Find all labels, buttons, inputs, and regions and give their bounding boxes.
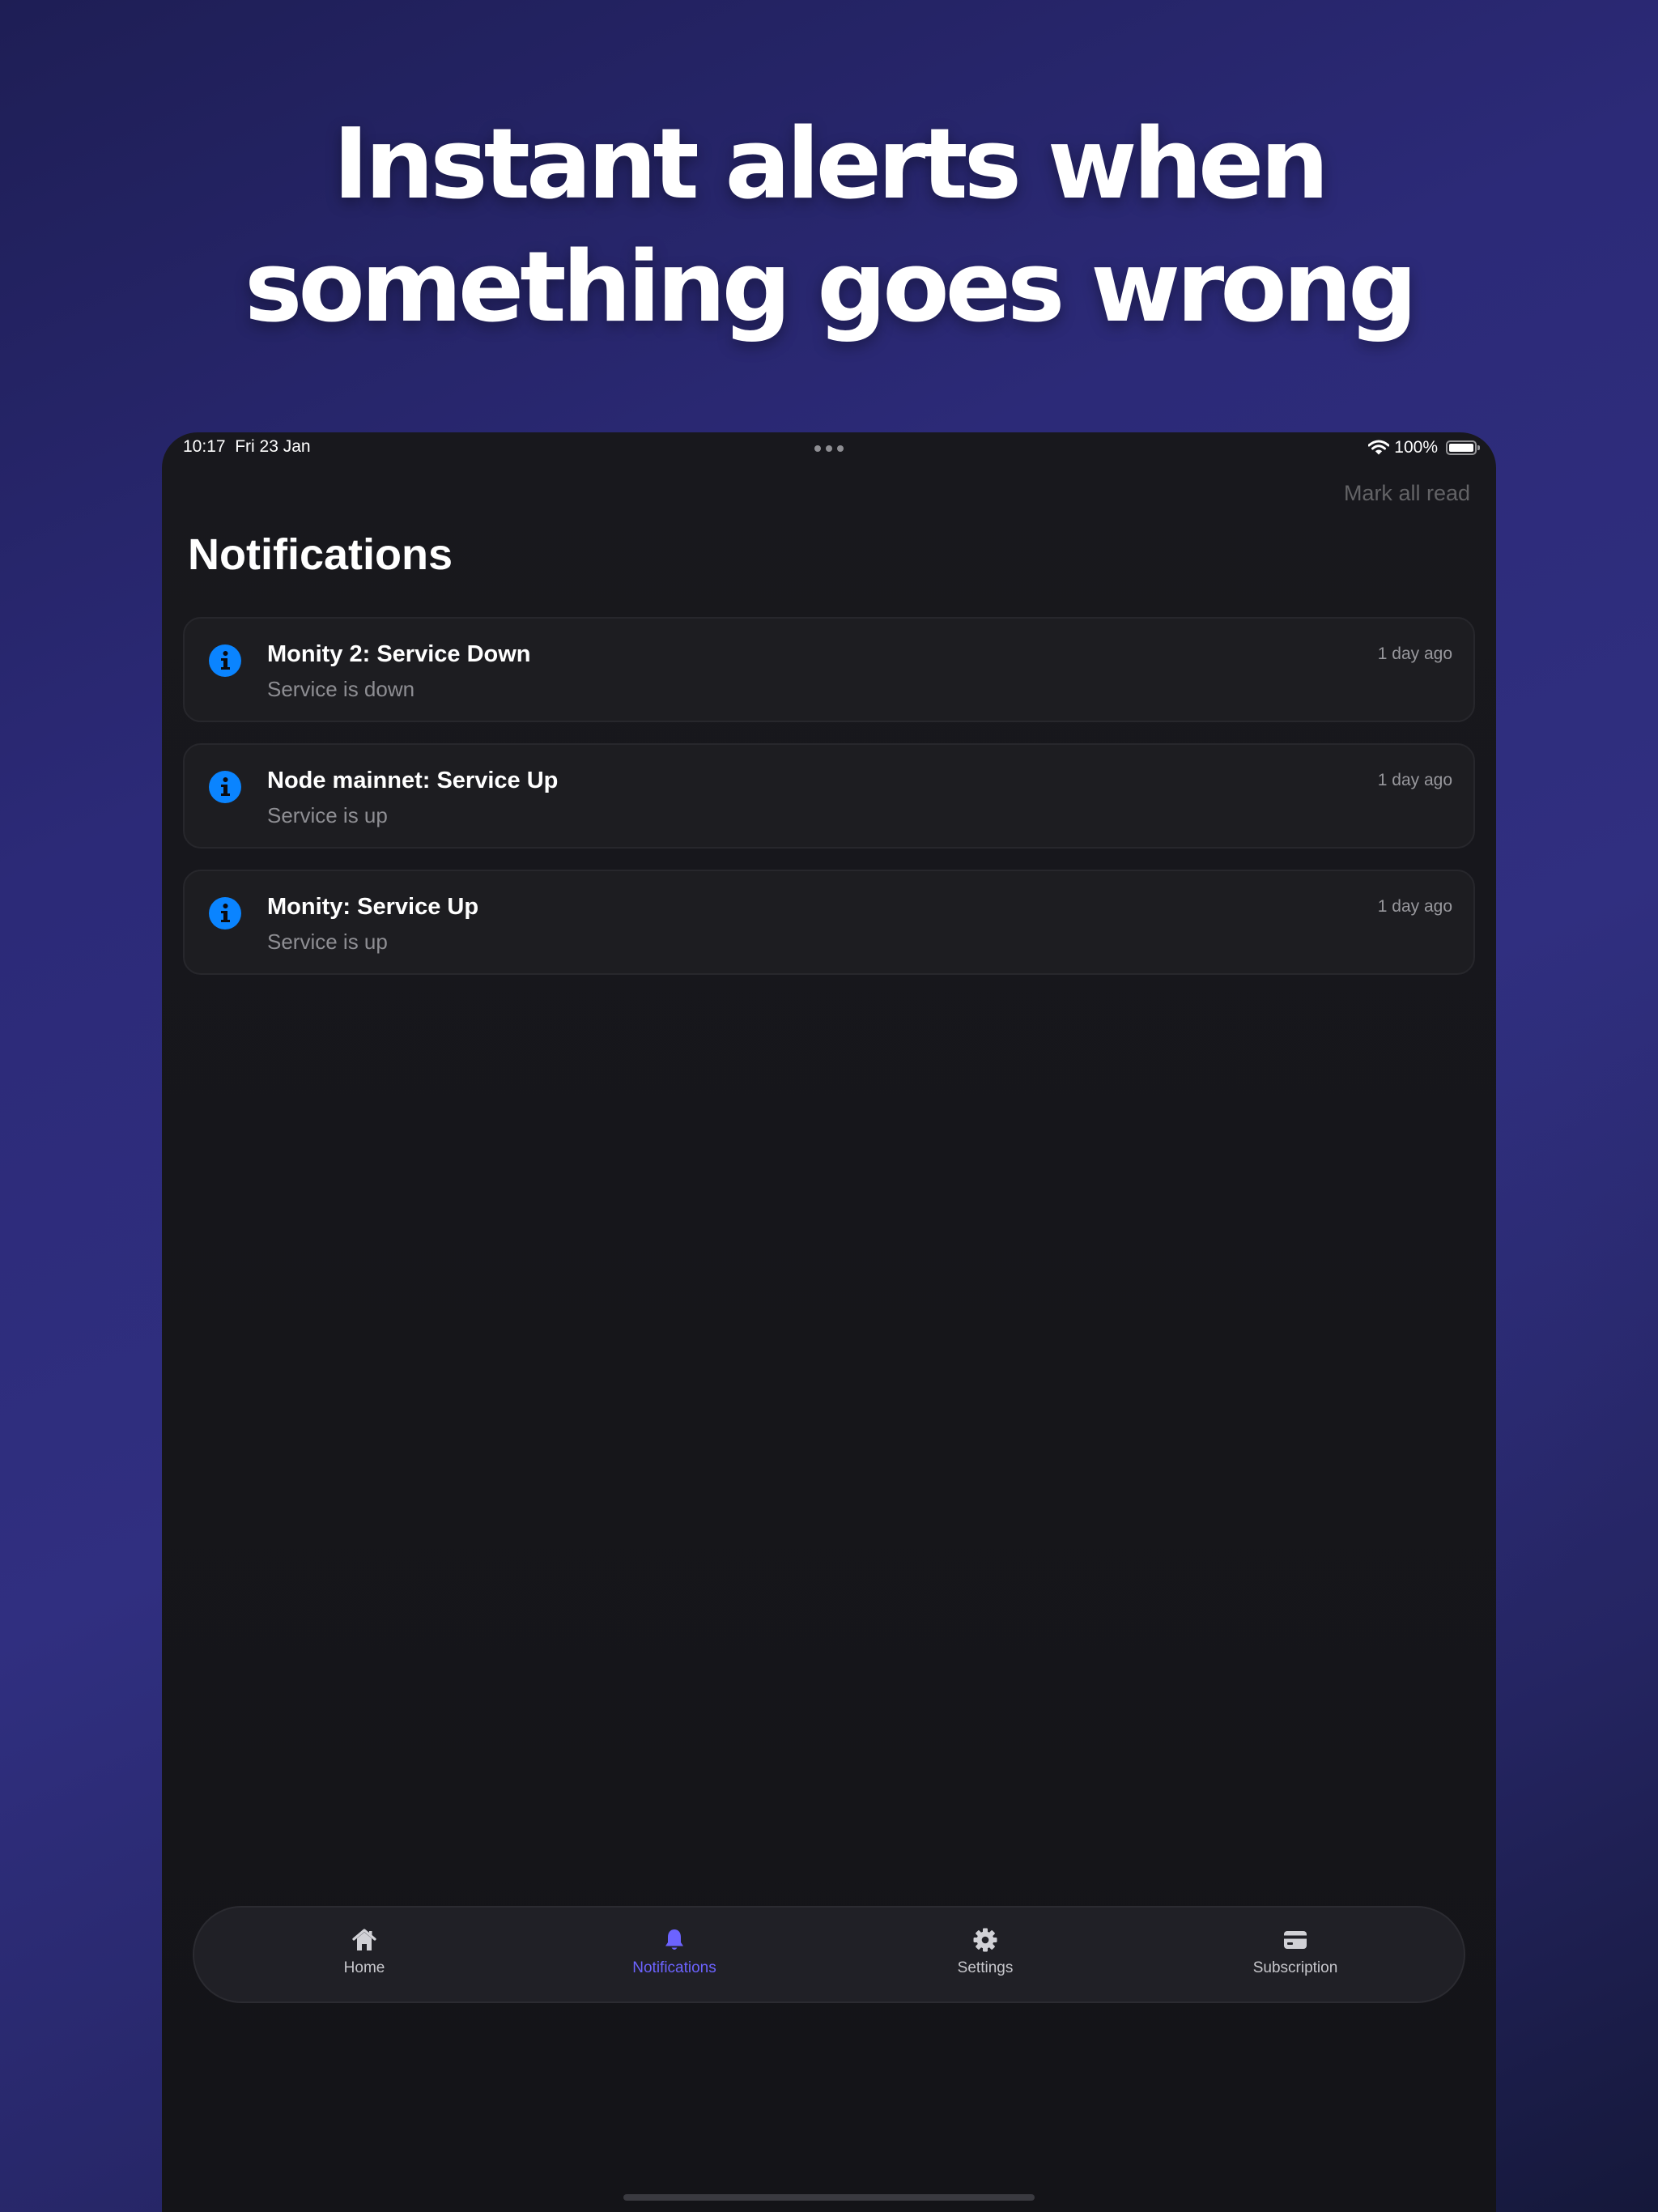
notification-list: Monity 2: Service Down Service is down 1… [183,617,1475,996]
tab-subscription-label: Subscription [1252,1959,1338,1976]
page-title: Notifications [188,530,453,579]
headline-line-2: something goes wrong [244,232,1418,344]
notification-item[interactable]: Monity: Service Up Service is up 1 day a… [183,870,1475,975]
info-icon [209,897,241,929]
tab-bar: Home Notifications Settings Subscription [193,1906,1465,2003]
headline-line-1: Instant alerts when [333,108,1329,221]
tab-home[interactable]: Home [275,1908,453,2001]
status-datetime: 10:17 Fri 23 Jan [183,437,311,457]
home-indicator[interactable] [623,2194,1035,2201]
notification-title: Node mainnet: Service Up [267,768,559,793]
notification-title: Monity: Service Up [267,894,479,920]
tab-subscription[interactable]: Subscription [1206,1908,1384,2001]
info-icon [209,644,241,677]
multitasking-dots-icon[interactable] [814,445,844,452]
headline: Instant alerts when something goes wrong [0,104,1658,350]
notification-item[interactable]: Node mainnet: Service Up Service is up 1… [183,743,1475,849]
notification-body: Service is down [267,677,415,701]
notification-body: Service is up [267,929,388,954]
tab-notifications-label: Notifications [632,1959,716,1976]
gear-icon [973,1928,997,1952]
tab-settings[interactable]: Settings [896,1908,1074,2001]
app-window: 10:17 Fri 23 Jan 100% Mark all read Noti… [162,432,1496,2212]
notification-time: 1 day ago [1377,644,1452,663]
info-icon [209,771,241,803]
notification-body: Service is up [267,803,388,827]
status-date: Fri 23 Jan [235,437,311,456]
notification-item[interactable]: Monity 2: Service Down Service is down 1… [183,617,1475,722]
credit-card-icon [1284,1931,1307,1949]
notification-title: Monity 2: Service Down [267,641,531,667]
tab-settings-label: Settings [957,1959,1014,1976]
mark-all-read-button[interactable]: Mark all read [1344,481,1470,506]
status-time: 10:17 [183,437,226,456]
battery-percentage: 100% [1394,438,1438,457]
tab-notifications[interactable]: Notifications [585,1908,763,2001]
tab-home-label: Home [343,1959,385,1976]
status-indicators: 100% [1368,437,1480,458]
battery-icon [1446,440,1480,455]
wifi-icon [1368,440,1390,455]
notification-time: 1 day ago [1377,771,1452,789]
notification-time: 1 day ago [1377,897,1452,916]
status-bar: 10:17 Fri 23 Jan 100% [162,432,1496,465]
home-icon [352,1929,376,1950]
bell-icon [665,1929,683,1950]
